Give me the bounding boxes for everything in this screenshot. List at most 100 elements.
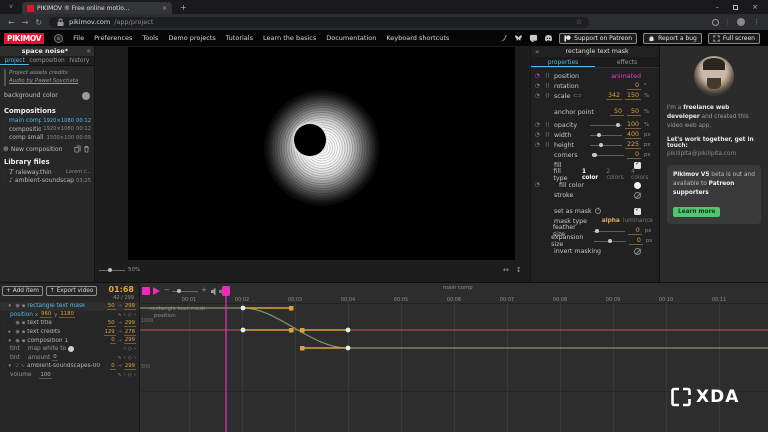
stopwatch-icon[interactable]: ◔ (534, 142, 541, 148)
opacity-value[interactable]: 100 (625, 121, 641, 129)
expression-icon[interactable]: () (544, 122, 551, 128)
fill-color-swatch[interactable] (634, 182, 641, 189)
stroke-none-icon[interactable] (634, 192, 641, 199)
waveform-icon[interactable]: ∿ (21, 363, 25, 369)
timeline-zoom-in-icon[interactable]: + (201, 286, 207, 294)
expression-icon[interactable]: () (544, 142, 551, 148)
library-row-ambient-soundscapes[interactable]: ⋮ ♪ ambient-soundscapes-... 03:25 (0, 177, 94, 186)
visibility-eye-icon[interactable]: ◉ (16, 329, 20, 335)
bookmark-star-icon[interactable]: ☆ (576, 18, 582, 26)
prev-keyframe-icon[interactable]: ‹ (124, 355, 126, 361)
drag-handle-icon[interactable]: ⋮ (2, 338, 7, 343)
layer-row-composition-1[interactable]: ⋮ ▾ ◉ ▪ composition 1 0→299 (0, 336, 139, 345)
add-keyframe-icon[interactable]: ◇ (128, 372, 132, 378)
preview-zoom-control[interactable]: 50% (99, 267, 140, 273)
credits-link[interactable]: Audio by Paweł Sovchata (9, 77, 91, 85)
volume-value[interactable]: 100 (39, 372, 51, 379)
mastodon-icon[interactable] (529, 34, 538, 43)
menu-keyboard-shortcuts[interactable]: Keyboard shortcuts (386, 34, 449, 42)
graph-toggle-icon[interactable]: ∿ (117, 312, 121, 318)
height-value[interactable]: 225 (625, 141, 641, 149)
prev-keyframe-icon[interactable]: ‹ (124, 312, 126, 318)
prev-keyframe-icon[interactable]: ‹ (124, 372, 126, 378)
browser-menu-icon[interactable]: ⋮ (753, 18, 760, 26)
property-row-position-track[interactable]: position x 960 y 1180 ∿‹◇› (0, 311, 139, 320)
delete-trash-icon[interactable] (83, 145, 90, 153)
drag-handle-icon[interactable]: ⋮ (2, 169, 7, 175)
menu-learn-the-basics[interactable]: Learn the basics (263, 34, 316, 42)
position-animated-value[interactable]: animated (611, 73, 641, 80)
feather-value[interactable]: 0 (628, 227, 642, 235)
fill-checkbox[interactable] (634, 162, 641, 169)
timeline-canvas[interactable]: − + main comp 00:01 00:02 00:03 00:04 00… (140, 283, 768, 432)
timeline-zoom-slider[interactable] (172, 291, 198, 292)
fill-type-1-color[interactable]: 1 color (582, 169, 603, 181)
report-bug-button[interactable]: Report a bug (643, 33, 702, 44)
fit-width-icon[interactable]: ↔ (503, 266, 509, 274)
layer-out-point[interactable]: 299 (124, 303, 136, 310)
composition-row-main-comp[interactable]: ⋮ main comp 1920×1080 00:12 (0, 117, 94, 126)
menu-documentation[interactable]: Documentation (326, 34, 376, 42)
stopwatch-icon[interactable]: ◔ (534, 83, 541, 89)
property-row-volume[interactable]: volume 100 ∿‹◇› (0, 371, 139, 380)
layer-row-text-credits[interactable]: ⋮ ▸ ◉ ▪ text credits 129→278 (0, 328, 139, 337)
stop-button[interactable] (142, 287, 150, 295)
reload-icon[interactable]: ↻ (35, 18, 42, 27)
expression-icon[interactable]: () (544, 83, 551, 89)
background-color-swatch[interactable] (82, 92, 90, 100)
contact-email[interactable]: pikilipita@pikilipita.com (667, 151, 761, 157)
support-patreon-button[interactable]: Support on Patreon (559, 33, 637, 44)
expression-icon[interactable]: () (544, 93, 551, 99)
layer-row-rectangle-text-mask[interactable]: ⋮ ▾ ◉ ▪ rectangle text mask 50→299 (0, 302, 139, 311)
expansion-value[interactable]: 0 (629, 237, 643, 245)
new-composition-icon[interactable]: ⊕ (3, 145, 9, 153)
drag-handle-icon[interactable]: ⋮ (2, 364, 7, 369)
graph-toggle-icon[interactable]: ∿ (117, 372, 121, 378)
height-slider[interactable] (590, 145, 622, 146)
discord-icon[interactable] (544, 34, 553, 43)
scale-x-value[interactable]: 342 (606, 92, 622, 100)
next-keyframe-icon[interactable]: › (134, 346, 136, 352)
graph-toggle-icon[interactable]: ∿ (117, 355, 121, 361)
expression-icon[interactable]: () (544, 132, 551, 138)
set-as-mask-checkbox[interactable] (634, 208, 641, 215)
drag-handle-icon[interactable]: ⋮ (2, 118, 7, 124)
stopwatch-icon[interactable]: ◔ (534, 93, 541, 99)
next-keyframe-icon[interactable]: › (134, 312, 136, 318)
feather-slider[interactable] (593, 231, 625, 232)
corners-slider[interactable] (592, 155, 624, 156)
menu-file[interactable]: File (73, 34, 84, 42)
solo-icon[interactable]: ▪ (22, 329, 25, 335)
rotation-value[interactable]: 0 (627, 82, 641, 90)
layer-row-text-title[interactable]: ⋮ ◉ ▪ text title 50→299 (0, 319, 139, 328)
link-scale-icon[interactable]: ⊂⊃ (573, 93, 581, 99)
visibility-eye-icon[interactable]: ◉ (16, 338, 20, 344)
expression-icon[interactable]: () (544, 73, 551, 79)
timeline-zoom-knob[interactable] (177, 289, 181, 293)
width-value[interactable]: 400 (625, 131, 641, 139)
invert-masking-icon[interactable] (634, 248, 641, 255)
scale-y-value[interactable]: 150 (625, 92, 641, 100)
tab-history[interactable]: history (65, 56, 94, 65)
new-tab-button[interactable]: + (180, 3, 187, 12)
expand-layer-icon[interactable]: ▾ (9, 338, 14, 344)
anchor-y-value[interactable]: 50 (627, 108, 641, 116)
expansion-slider[interactable] (594, 241, 626, 242)
mask-type-luminance[interactable]: luminance (623, 218, 653, 224)
tab-search-chevron-icon[interactable]: v (4, 2, 18, 12)
drag-handle-icon[interactable]: ⋮ (2, 178, 7, 184)
audio-speaker-icon[interactable]: ♪ (16, 363, 19, 369)
export-video-button[interactable]: ↑Export video (46, 286, 98, 296)
next-keyframe-icon[interactable]: › (134, 372, 136, 378)
visibility-eye-icon[interactable]: ◉ (16, 320, 20, 326)
layer-in-point[interactable]: 50 (107, 303, 116, 310)
visibility-eye-icon[interactable]: ◉ (16, 303, 20, 309)
site-info-icon[interactable] (56, 18, 65, 27)
tab-close-icon[interactable]: × (162, 5, 167, 12)
next-keyframe-icon[interactable]: › (134, 355, 136, 361)
width-slider[interactable] (590, 135, 622, 136)
full-screen-button[interactable]: Full screen (708, 33, 760, 44)
bluesky-icon[interactable] (514, 34, 523, 43)
duplicate-icon[interactable] (74, 145, 81, 153)
stopwatch-icon[interactable]: ◔ (534, 73, 541, 79)
